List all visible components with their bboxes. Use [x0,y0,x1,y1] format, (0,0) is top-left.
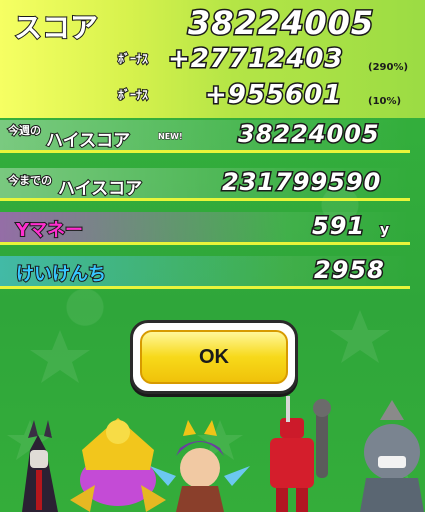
exp-row: けいけんち 2958 [0,254,425,289]
weekly-high-prefix: 今週の [7,123,42,138]
samurai-girl-character [150,420,250,512]
ok-button-label: OK [199,345,229,368]
alltime-high-row: 今までの ハイスコア 231799590 [0,166,425,201]
weekly-high-label: ハイスコア [45,130,131,152]
bonus2-percent: (10%) [368,96,402,107]
bonus1-percent: (290%) [368,62,409,73]
bonus2-label: ﾎﾞｰﾅｽ [117,87,149,103]
golden-bird-character [70,418,166,512]
alltime-high-value: 231799590 [220,167,382,198]
exp-label: けいけんち [15,263,107,286]
ok-button[interactable]: OK [130,320,298,394]
bonus1-value: +27712403 [167,43,345,76]
grey-oni-character [360,400,424,512]
red-robot-character [270,396,331,512]
exp-value: 2958 [313,255,386,286]
bonus2-value: +955601 [203,79,343,112]
alltime-high-label: ハイスコア [57,178,143,200]
new-badge: NEW! [158,132,184,142]
alltime-high-prefix: 今までの [7,173,53,188]
ymoney-value: 591 [310,211,366,242]
ymoney-row: Yマネー 591 y [0,210,425,245]
ymoney-unit: y [379,221,390,239]
bonus1-label: ﾎﾞｰﾅｽ [117,51,149,67]
score-total: 38224005 [186,3,375,44]
score-label: スコア [13,10,99,45]
demon-character [22,420,58,512]
ok-button-face[interactable]: OK [140,330,288,384]
character-lineup [22,396,424,512]
result-screen: スコア 38224005 ﾎﾞｰﾅｽ +27712403 (290%) ﾎﾞｰﾅ… [0,0,425,512]
weekly-high-value: 38224005 [237,119,381,150]
ymoney-label: Yマネー [15,219,84,242]
weekly-high-row: 今週の ハイスコア NEW! 38224005 [0,118,425,153]
